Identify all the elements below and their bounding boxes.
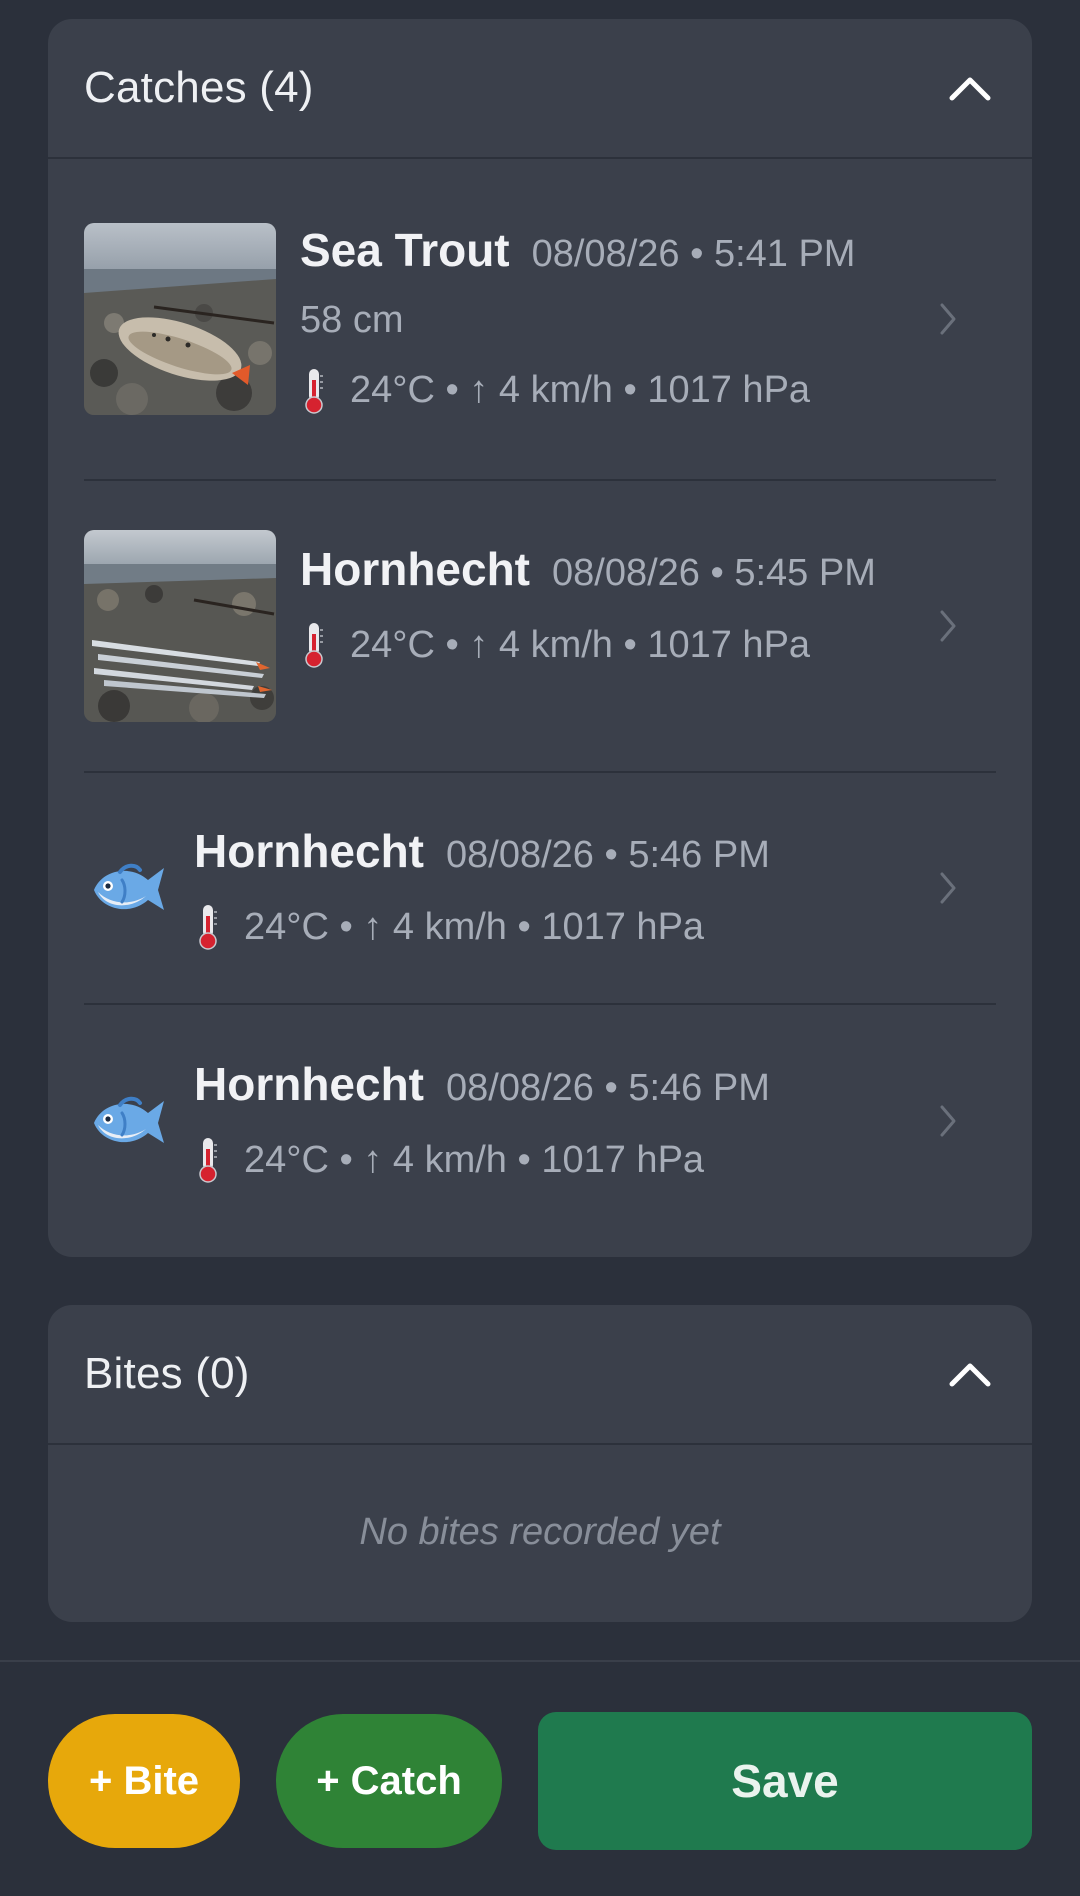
catch-details: Sea Trout 08/08/26 • 5:41 PM 58 cm 24°C …	[300, 223, 996, 416]
catch-item[interactable]: Sea Trout 08/08/26 • 5:41 PM 58 cm 24°C …	[84, 159, 996, 481]
add-bite-button[interactable]: + Bite	[48, 1714, 240, 1848]
catch-datetime: 08/08/26 • 5:41 PM	[531, 232, 856, 275]
thermometer-icon	[194, 902, 222, 952]
thermometer-icon	[300, 620, 328, 670]
action-bar: + Bite + Catch Save	[0, 1660, 1080, 1896]
chevron-right-icon	[936, 866, 960, 910]
catches-title: Catches (4)	[84, 63, 314, 112]
catch-weather: 24°C • ↑ 4 km/h • 1017 hPa	[350, 623, 811, 666]
chevron-up-icon[interactable]	[948, 66, 992, 110]
catch-details: Hornhecht 08/08/26 • 5:45 PM 24°C • ↑ 4 …	[300, 542, 996, 670]
catch-species: Hornhecht	[194, 825, 424, 877]
catches-card: Catches (4) Sea Trout 08/08/26 • 5:41 PM…	[48, 19, 1032, 1257]
chevron-right-icon	[936, 604, 960, 648]
catch-item[interactable]: Hornhecht 08/08/26 • 5:45 PM 24°C • ↑ 4 …	[84, 481, 996, 773]
fish-icon	[84, 1079, 168, 1163]
screen: Catches (4) Sea Trout 08/08/26 • 5:41 PM…	[0, 0, 1080, 1896]
catch-details: Hornhecht 08/08/26 • 5:46 PM 24°C • ↑ 4 …	[194, 1057, 996, 1185]
catch-weather: 24°C • ↑ 4 km/h • 1017 hPa	[244, 1138, 705, 1181]
catch-species: Hornhecht	[300, 543, 530, 595]
catches-header[interactable]: Catches (4)	[48, 19, 1032, 159]
bites-card: Bites (0) No bites recorded yet	[48, 1305, 1032, 1622]
thermometer-icon	[300, 366, 328, 416]
bites-header[interactable]: Bites (0)	[48, 1305, 1032, 1445]
catch-species: Sea Trout	[300, 223, 510, 276]
catch-weather: 24°C • ↑ 4 km/h • 1017 hPa	[350, 369, 811, 411]
catch-details: Hornhecht 08/08/26 • 5:46 PM 24°C • ↑ 4 …	[194, 824, 996, 952]
catch-item[interactable]: Hornhecht 08/08/26 • 5:46 PM 24°C • ↑ 4 …	[84, 1005, 996, 1237]
catch-size: 58 cm	[300, 298, 404, 341]
catch-datetime: 08/08/26 • 5:46 PM	[446, 834, 770, 876]
chevron-right-icon	[936, 297, 960, 341]
catch-datetime: 08/08/26 • 5:45 PM	[552, 552, 876, 594]
add-catch-button[interactable]: + Catch	[276, 1714, 502, 1848]
catch-list: Sea Trout 08/08/26 • 5:41 PM 58 cm 24°C …	[48, 159, 1032, 1237]
save-button[interactable]: Save	[538, 1712, 1032, 1850]
catch-item[interactable]: Hornhecht 08/08/26 • 5:46 PM 24°C • ↑ 4 …	[84, 773, 996, 1005]
fish-icon	[84, 846, 168, 930]
catch-species: Hornhecht	[194, 1058, 424, 1110]
thermometer-icon	[194, 1135, 222, 1185]
chevron-right-icon	[936, 1099, 960, 1143]
catch-weather: 24°C • ↑ 4 km/h • 1017 hPa	[244, 905, 705, 948]
bites-empty-message: No bites recorded yet	[359, 1511, 721, 1553]
catch-datetime: 08/08/26 • 5:46 PM	[446, 1067, 770, 1109]
bites-title: Bites (0)	[84, 1349, 250, 1398]
catch-photo	[84, 223, 276, 415]
catch-photo	[84, 530, 276, 722]
chevron-up-icon[interactable]	[948, 1352, 992, 1396]
